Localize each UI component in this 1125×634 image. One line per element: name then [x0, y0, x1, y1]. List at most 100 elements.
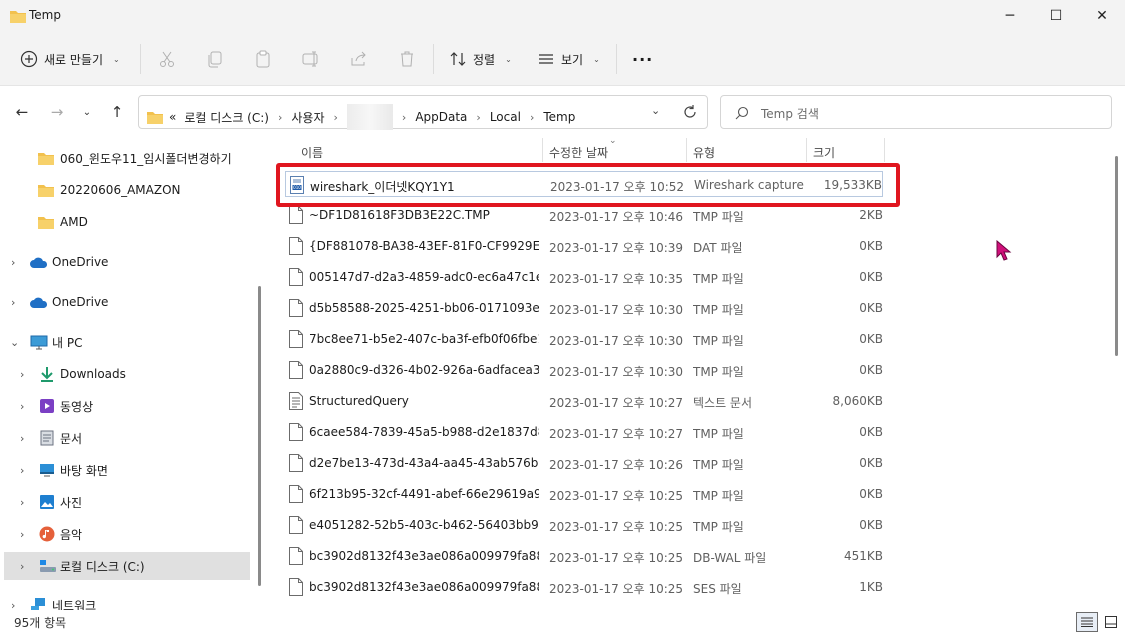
breadcrumb-item[interactable]: 로컬 디스크 (C:): [184, 109, 269, 126]
recent-chevron-icon[interactable]: ⌄: [80, 100, 94, 124]
sidebar-scrollbar[interactable]: [258, 286, 261, 586]
maximize-button[interactable]: ☐: [1033, 0, 1079, 32]
share-icon[interactable]: [349, 49, 369, 69]
sidebar-item-this-pc[interactable]: ⌄ 내 PC: [0, 329, 250, 355]
sidebar-item-label: 060_윈도우11_임시폴더변경하기: [60, 151, 232, 166]
view-button[interactable]: 보기 ⌄: [537, 46, 600, 72]
breadcrumb-item[interactable]: 사용자: [291, 109, 324, 126]
drive-icon: [40, 560, 56, 572]
file-row[interactable]: 7bc8ee71-b5e2-407c-ba3f-efb0f06fbe1... 20…: [285, 326, 883, 352]
sidebar-item-local-disk[interactable]: › 로컬 디스크 (C:): [4, 552, 250, 580]
file-name: d5b58588-2025-4251-bb06-0171093e...: [309, 301, 539, 315]
breadcrumb-item[interactable]: AppData: [415, 110, 467, 124]
chevron-right-icon[interactable]: ›: [11, 256, 15, 269]
sidebar-item-label: 동영상: [60, 399, 94, 414]
file-name: StructuredQuery: [309, 394, 409, 408]
file-row[interactable]: 6f213b95-32cf-4491-abef-66e29619a9... 202…: [285, 481, 883, 507]
column-divider[interactable]: [884, 138, 885, 162]
file-icon: [289, 578, 303, 596]
file-icon: [289, 206, 303, 224]
close-button[interactable]: ✕: [1079, 0, 1125, 32]
back-arrow-icon[interactable]: ←: [12, 100, 32, 124]
column-divider[interactable]: [542, 138, 543, 162]
breadcrumb: « 로컬 디스크 (C:) › 사용자 › › AppData › Local …: [147, 104, 575, 130]
sidebar-item-label: 로컬 디스크 (C:): [60, 559, 145, 574]
file-size: 0KB: [859, 518, 883, 532]
chevron-right-icon[interactable]: ›: [20, 528, 24, 541]
file-date: 2023-01-17 오후 10:39: [549, 241, 684, 255]
search-box[interactable]: Temp 검색: [720, 95, 1112, 129]
chevron-right-icon[interactable]: ›: [20, 368, 24, 381]
rename-icon[interactable]: [301, 49, 321, 69]
file-row[interactable]: d5b58588-2025-4251-bb06-0171093e... 2023-…: [285, 295, 883, 321]
column-header-type[interactable]: 유형: [693, 144, 715, 164]
sort-button[interactable]: 정렬 ⌄: [449, 46, 512, 72]
file-list-scrollbar[interactable]: [1109, 138, 1125, 610]
sidebar-item-videos[interactable]: › 동영상: [0, 393, 250, 419]
sidebar-item-pictures[interactable]: › 사진: [0, 489, 250, 515]
refresh-icon[interactable]: [682, 104, 698, 120]
window-title: Temp: [29, 8, 61, 22]
more-button[interactable]: ···: [632, 46, 653, 72]
sidebar-item-downloads[interactable]: › Downloads: [0, 361, 250, 387]
file-row[interactable]: bc3902d8132f43e3ae086a009979fa88.... 2023…: [285, 543, 883, 569]
cloud-icon: [30, 257, 48, 268]
scrollbar-thumb[interactable]: [1115, 156, 1118, 356]
delete-icon[interactable]: [397, 49, 417, 69]
chevron-down-icon[interactable]: ⌄: [10, 336, 19, 349]
breadcrumb-overflow[interactable]: «: [169, 110, 176, 124]
chevron-right-icon[interactable]: ›: [20, 496, 24, 509]
file-date: 2023-01-17 오후 10:30: [549, 303, 684, 317]
sidebar-item-folder[interactable]: AMD: [0, 209, 250, 235]
sidebar-item-onedrive[interactable]: › OneDrive: [0, 249, 250, 275]
sort-label: 정렬: [473, 52, 496, 67]
cut-icon[interactable]: [157, 49, 177, 69]
breadcrumb-item[interactable]: Temp: [543, 110, 575, 124]
sidebar-item-music[interactable]: › 음악: [0, 521, 250, 547]
file-row[interactable]: d2e7be13-473d-43a4-aa45-43ab576b3... 2023…: [285, 450, 883, 476]
details-view-button[interactable]: [1076, 612, 1098, 632]
new-button[interactable]: 새로 만들기 ⌄: [20, 46, 120, 72]
chevron-right-icon[interactable]: ›: [11, 296, 15, 309]
sidebar-item-documents[interactable]: › 문서: [0, 425, 250, 451]
file-row[interactable]: StructuredQuery 2023-01-17 오후 10:27 텍스트 문서…: [285, 388, 883, 414]
sidebar-item-folder[interactable]: 20220606_AMAZON: [0, 177, 250, 203]
file-name: e4051282-52b5-403c-b462-56403bb9...: [309, 518, 539, 532]
minimize-button[interactable]: ─: [987, 0, 1033, 32]
column-divider[interactable]: [686, 138, 687, 162]
column-header-size[interactable]: 크기: [813, 144, 835, 164]
copy-icon[interactable]: [205, 49, 225, 69]
chevron-right-icon[interactable]: ›: [20, 464, 24, 477]
title-bar: Temp ─ ☐ ✕: [0, 0, 1125, 32]
chevron-right-icon[interactable]: ›: [20, 432, 24, 445]
file-date: 2023-01-17 오후 10:46: [549, 210, 684, 224]
sidebar-item-folder[interactable]: 060_윈도우11_임시폴더변경하기: [0, 145, 250, 171]
sidebar-item-desktop[interactable]: › 바탕 화면: [0, 457, 250, 483]
up-arrow-icon[interactable]: ↑: [107, 100, 127, 124]
paste-icon[interactable]: [253, 49, 273, 69]
column-divider[interactable]: [806, 138, 807, 162]
file-row[interactable]: bc3902d8132f43e3ae086a009979fa88.... 2023…: [285, 574, 883, 600]
forward-arrow-icon[interactable]: →: [47, 100, 67, 124]
breadcrumb-item[interactable]: Local: [490, 110, 521, 124]
file-type: TMP 파일: [693, 303, 744, 317]
file-row[interactable]: 0a2880c9-d326-4b02-926a-6adfacea3... 2023…: [285, 357, 883, 383]
file-row[interactable]: 6caee584-7839-45a5-b988-d2e1837d8... 2023…: [285, 419, 883, 445]
history-chevron-icon[interactable]: ⌄: [651, 104, 660, 117]
tiles-view-button[interactable]: [1100, 612, 1122, 632]
file-size: 0KB: [859, 239, 883, 253]
file-name: bc3902d8132f43e3ae086a009979fa88....: [309, 580, 539, 594]
file-name: 0a2880c9-d326-4b02-926a-6adfacea3...: [309, 363, 539, 377]
address-bar[interactable]: « 로컬 디스크 (C:) › 사용자 › › AppData › Local …: [138, 95, 708, 130]
sidebar-item-onedrive[interactable]: › OneDrive: [0, 289, 250, 315]
file-row[interactable]: e4051282-52b5-403c-b462-56403bb9... 2023-…: [285, 512, 883, 538]
highlight-box: [276, 163, 900, 207]
file-row[interactable]: 005147d7-d2a3-4859-adc0-ec6a47c1e... 2023…: [285, 264, 883, 290]
column-header-name[interactable]: 이름: [301, 144, 323, 164]
chevron-right-icon[interactable]: ›: [20, 560, 24, 573]
column-header-date[interactable]: 수정한 날짜: [549, 144, 608, 164]
file-date: 2023-01-17 오후 10:30: [549, 334, 684, 348]
file-row[interactable]: {DF881078-BA38-43EF-81F0-CF9929E... 2023-…: [285, 233, 883, 259]
view-label: 보기: [561, 52, 584, 67]
chevron-right-icon[interactable]: ›: [20, 400, 24, 413]
